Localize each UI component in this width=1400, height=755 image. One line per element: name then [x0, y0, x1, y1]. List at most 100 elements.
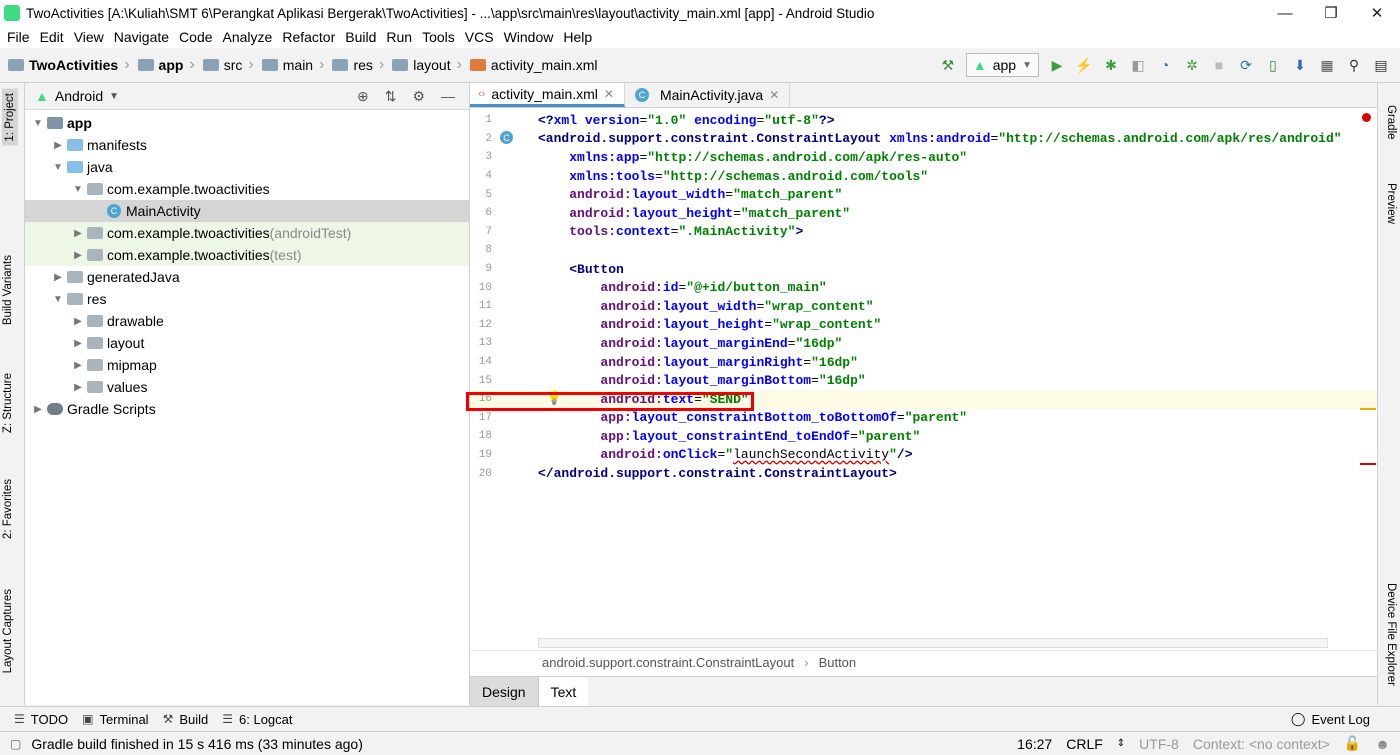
chevron-down-icon[interactable]: ▼	[109, 91, 119, 102]
code-line[interactable]: 10 android:id="@+id/button_main"	[470, 278, 1377, 297]
debug-icon[interactable]: ✱	[1102, 56, 1120, 74]
tree-item[interactable]: C MainActivity	[25, 200, 469, 222]
breadcrumb-button[interactable]: Button	[819, 655, 857, 670]
chevron-icon[interactable]: ▶	[71, 228, 85, 239]
sidebar-layout-icon[interactable]: ▤	[1372, 56, 1390, 74]
code-line[interactable]: 6 android:layout_height="match_parent"	[470, 204, 1377, 223]
menu-item-tools[interactable]: Tools	[417, 29, 460, 45]
code-line[interactable]: 18 app:layout_constraintEnd_toEndOf="par…	[470, 427, 1377, 446]
error-indicator-icon[interactable]	[1362, 113, 1371, 122]
breadcrumb-item[interactable]: TwoActivities ›	[0, 56, 130, 74]
horizontal-scrollbar[interactable]	[538, 638, 1328, 648]
tool-window-todo[interactable]: ☰ TODO	[14, 712, 68, 727]
code-line[interactable]: 17 app:layout_constraintBottom_toBottomO…	[470, 409, 1377, 428]
tab-design[interactable]: Design	[470, 677, 539, 706]
code-area[interactable]: 1 <?xml version="1.0" encoding="utf-8"?> 2…	[470, 111, 1377, 641]
tab-project[interactable]: 1: Project	[2, 89, 18, 146]
warning-marker[interactable]	[1360, 408, 1376, 410]
breadcrumb-item[interactable]: res ›	[324, 56, 384, 74]
chevron-icon[interactable]: ▶	[71, 360, 85, 371]
sync-gradle-icon[interactable]: ⟳	[1237, 56, 1255, 74]
code-line[interactable]: 1 <?xml version="1.0" encoding="utf-8"?>	[470, 111, 1377, 130]
chevron-icon[interactable]: ▶	[71, 250, 85, 261]
chevron-icon[interactable]: ▶	[71, 316, 85, 327]
inspector-icon[interactable]: ☻	[1375, 736, 1390, 752]
tab-text[interactable]: Text	[538, 677, 589, 706]
menu-item-code[interactable]: Code	[174, 29, 217, 45]
caret-position[interactable]: 16:27	[1017, 736, 1052, 752]
chevron-icon[interactable]: ▼	[51, 294, 65, 305]
maximize-button[interactable]: ❐	[1308, 4, 1354, 22]
code-line[interactable]: 4 xmlns:tools="http://schemas.android.co…	[470, 167, 1377, 186]
breadcrumb-item[interactable]: app ›	[130, 56, 195, 74]
close-icon[interactable]: ✕	[769, 88, 779, 102]
code-line[interactable]: 15 android:layout_marginBottom="16dp"	[470, 371, 1377, 390]
menu-item-refactor[interactable]: Refactor	[277, 29, 340, 45]
code-line[interactable]: 5 android:layout_width="match_parent"	[470, 185, 1377, 204]
hide-panel-icon[interactable]: —	[441, 88, 455, 105]
run-config-select[interactable]: ▲ app ▼	[965, 53, 1039, 77]
code-line[interactable]: 12 android:layout_height="wrap_content"	[470, 316, 1377, 335]
chevron-icon[interactable]: ▶	[71, 338, 85, 349]
menu-item-build[interactable]: Build	[340, 29, 381, 45]
code-line[interactable]: 11 android:layout_width="wrap_content"	[470, 297, 1377, 316]
tab-mainactivity-java[interactable]: C MainActivity.java ✕	[625, 83, 791, 107]
tab-preview[interactable]: Preview	[1385, 183, 1397, 224]
minimize-button[interactable]: —	[1262, 5, 1308, 22]
locate-icon[interactable]: ⊕	[357, 88, 369, 105]
tree-item[interactable]: ▶ com.example.twoactivities (androidTest)	[25, 222, 469, 244]
project-view-select[interactable]: Android	[55, 88, 103, 104]
chevron-icon[interactable]: ▶	[51, 140, 65, 151]
chevron-icon[interactable]: ▶	[31, 404, 45, 415]
tree-item[interactable]: ▼ java	[25, 156, 469, 178]
search-icon[interactable]: ⚲	[1345, 56, 1363, 74]
lock-icon[interactable]: 🔓	[1344, 735, 1361, 752]
close-icon[interactable]: ✕	[604, 87, 614, 101]
tree-item[interactable]: ▼ app	[25, 112, 469, 134]
run-icon[interactable]: ▶	[1048, 56, 1066, 74]
sdk-manager-icon[interactable]: ⬇	[1291, 56, 1309, 74]
tree-item[interactable]: ▶ com.example.twoactivities (test)	[25, 244, 469, 266]
code-line[interactable]: 2 <android.support.constraint.ConstraintL…	[470, 130, 1377, 149]
code-line[interactable]: 19 android:onClick="launchSecondActivity…	[470, 446, 1377, 465]
tab-layout-captures[interactable]: Layout Captures	[2, 589, 14, 673]
tab-build-variants[interactable]: Build Variants	[2, 255, 14, 325]
tool-window-build[interactable]: ⚒ Build	[163, 712, 209, 727]
tree-item[interactable]: ▶ Gradle Scripts	[25, 398, 469, 420]
menu-item-run[interactable]: Run	[381, 29, 417, 45]
tab-device-file-explorer[interactable]: Device File Explorer	[1385, 583, 1397, 686]
tab-activity_main-xml[interactable]: ‹› activity_main.xml ✕	[470, 83, 625, 107]
coverage-icon[interactable]: ✲	[1183, 56, 1201, 74]
menu-item-window[interactable]: Window	[499, 29, 559, 45]
tree-item[interactable]: ▶ mipmap	[25, 354, 469, 376]
code-line[interactable]: 3 xmlns:app="http://schemas.android.com/…	[470, 148, 1377, 167]
breadcrumb-item[interactable]: layout ›	[384, 56, 462, 74]
file-encoding[interactable]: UTF-8	[1139, 736, 1179, 752]
event-log-button[interactable]: ◯ Event Log	[1291, 711, 1400, 727]
code-line[interactable]: 7 tools:context=".MainActivity">	[470, 223, 1377, 242]
menu-item-analyze[interactable]: Analyze	[218, 29, 278, 45]
stop-icon[interactable]: ■	[1210, 56, 1228, 74]
chevron-icon[interactable]: ▼	[31, 118, 45, 129]
tab-structure[interactable]: Z: Structure	[2, 373, 14, 433]
project-structure-icon[interactable]: ▦	[1318, 56, 1336, 74]
menu-item-file[interactable]: File	[2, 29, 35, 45]
avd-manager-icon[interactable]: ▯	[1264, 56, 1282, 74]
code-line[interactable]: 13 android:layout_marginEnd="16dp"	[470, 334, 1377, 353]
make-project-icon[interactable]: ⚒	[939, 56, 957, 74]
breadcrumb-item[interactable]: src ›	[195, 56, 254, 74]
tab-gradle[interactable]: Gradle	[1385, 105, 1397, 140]
tool-window-terminal[interactable]: ▣ Terminal	[82, 712, 148, 727]
code-line[interactable]: 14 android:layout_marginRight="16dp"	[470, 353, 1377, 372]
menu-item-help[interactable]: Help	[558, 29, 597, 45]
context-indicator[interactable]: Context: <no context>	[1193, 736, 1330, 752]
menu-item-view[interactable]: View	[69, 29, 109, 45]
status-square-icon[interactable]: ▢	[10, 737, 21, 751]
line-separator[interactable]: CRLF	[1066, 736, 1103, 752]
menu-item-edit[interactable]: Edit	[35, 29, 69, 45]
gear-icon[interactable]: ⚙	[412, 88, 425, 105]
tree-item[interactable]: ▼ com.example.twoactivities	[25, 178, 469, 200]
error-marker[interactable]	[1360, 463, 1376, 465]
apply-changes-icon[interactable]: ⚡	[1075, 56, 1093, 74]
code-line[interactable]: 8	[470, 241, 1377, 260]
